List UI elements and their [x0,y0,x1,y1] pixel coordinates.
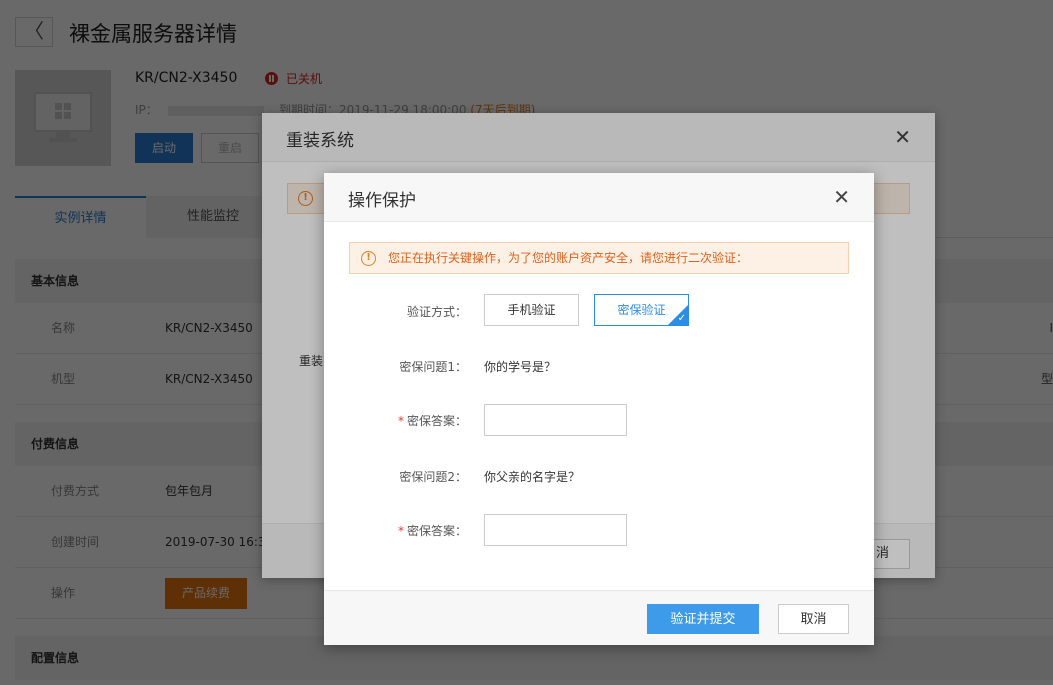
answer2-label: * 密保答案： [324,522,467,539]
question1-text: 你的学号是？ [484,360,557,374]
question1-label: 密保问题1： [399,360,467,374]
method-label: 密保验证 [617,303,666,317]
answer1-label: * 密保答案： [324,412,467,429]
modal-title: 操作保护 [348,191,416,211]
modal-footer: 验证并提交 取消 [324,590,874,645]
label-text: 密保答案： [406,414,467,428]
required-mark: * [397,524,404,538]
cancel-button[interactable]: 取消 [778,604,849,634]
required-mark: * [397,414,404,428]
close-icon[interactable]: ✕ [833,185,850,209]
answer1-input[interactable] [484,404,627,436]
operation-protection-modal: 操作保护 ✕ ! 您正在执行关键操作，为了您的账户资产安全，请您进行二次验证： … [324,173,874,645]
alert-text: 您正在执行关键操作，为了您的账户资产安全，请您进行二次验证： [388,251,749,265]
phone-verify-button[interactable]: 手机验证 [484,294,579,326]
security-question-verify-button[interactable]: 密保验证 ✓ [594,294,689,326]
verify-method-label: 验证方式： [406,305,467,319]
question2-label: 密保问题2： [399,470,467,484]
modal-header: 操作保护 ✕ [324,173,874,222]
verify-submit-button[interactable]: 验证并提交 [647,604,759,634]
answer2-input[interactable] [484,514,627,546]
checkmark-icon: ✓ [677,313,686,324]
alert-banner: ! 您正在执行关键操作，为了您的账户资产安全，请您进行二次验证： [349,242,849,274]
label-text: 密保答案： [406,524,467,538]
warning-icon: ! [361,251,376,266]
question2-text: 你父亲的名字是？ [484,470,581,484]
